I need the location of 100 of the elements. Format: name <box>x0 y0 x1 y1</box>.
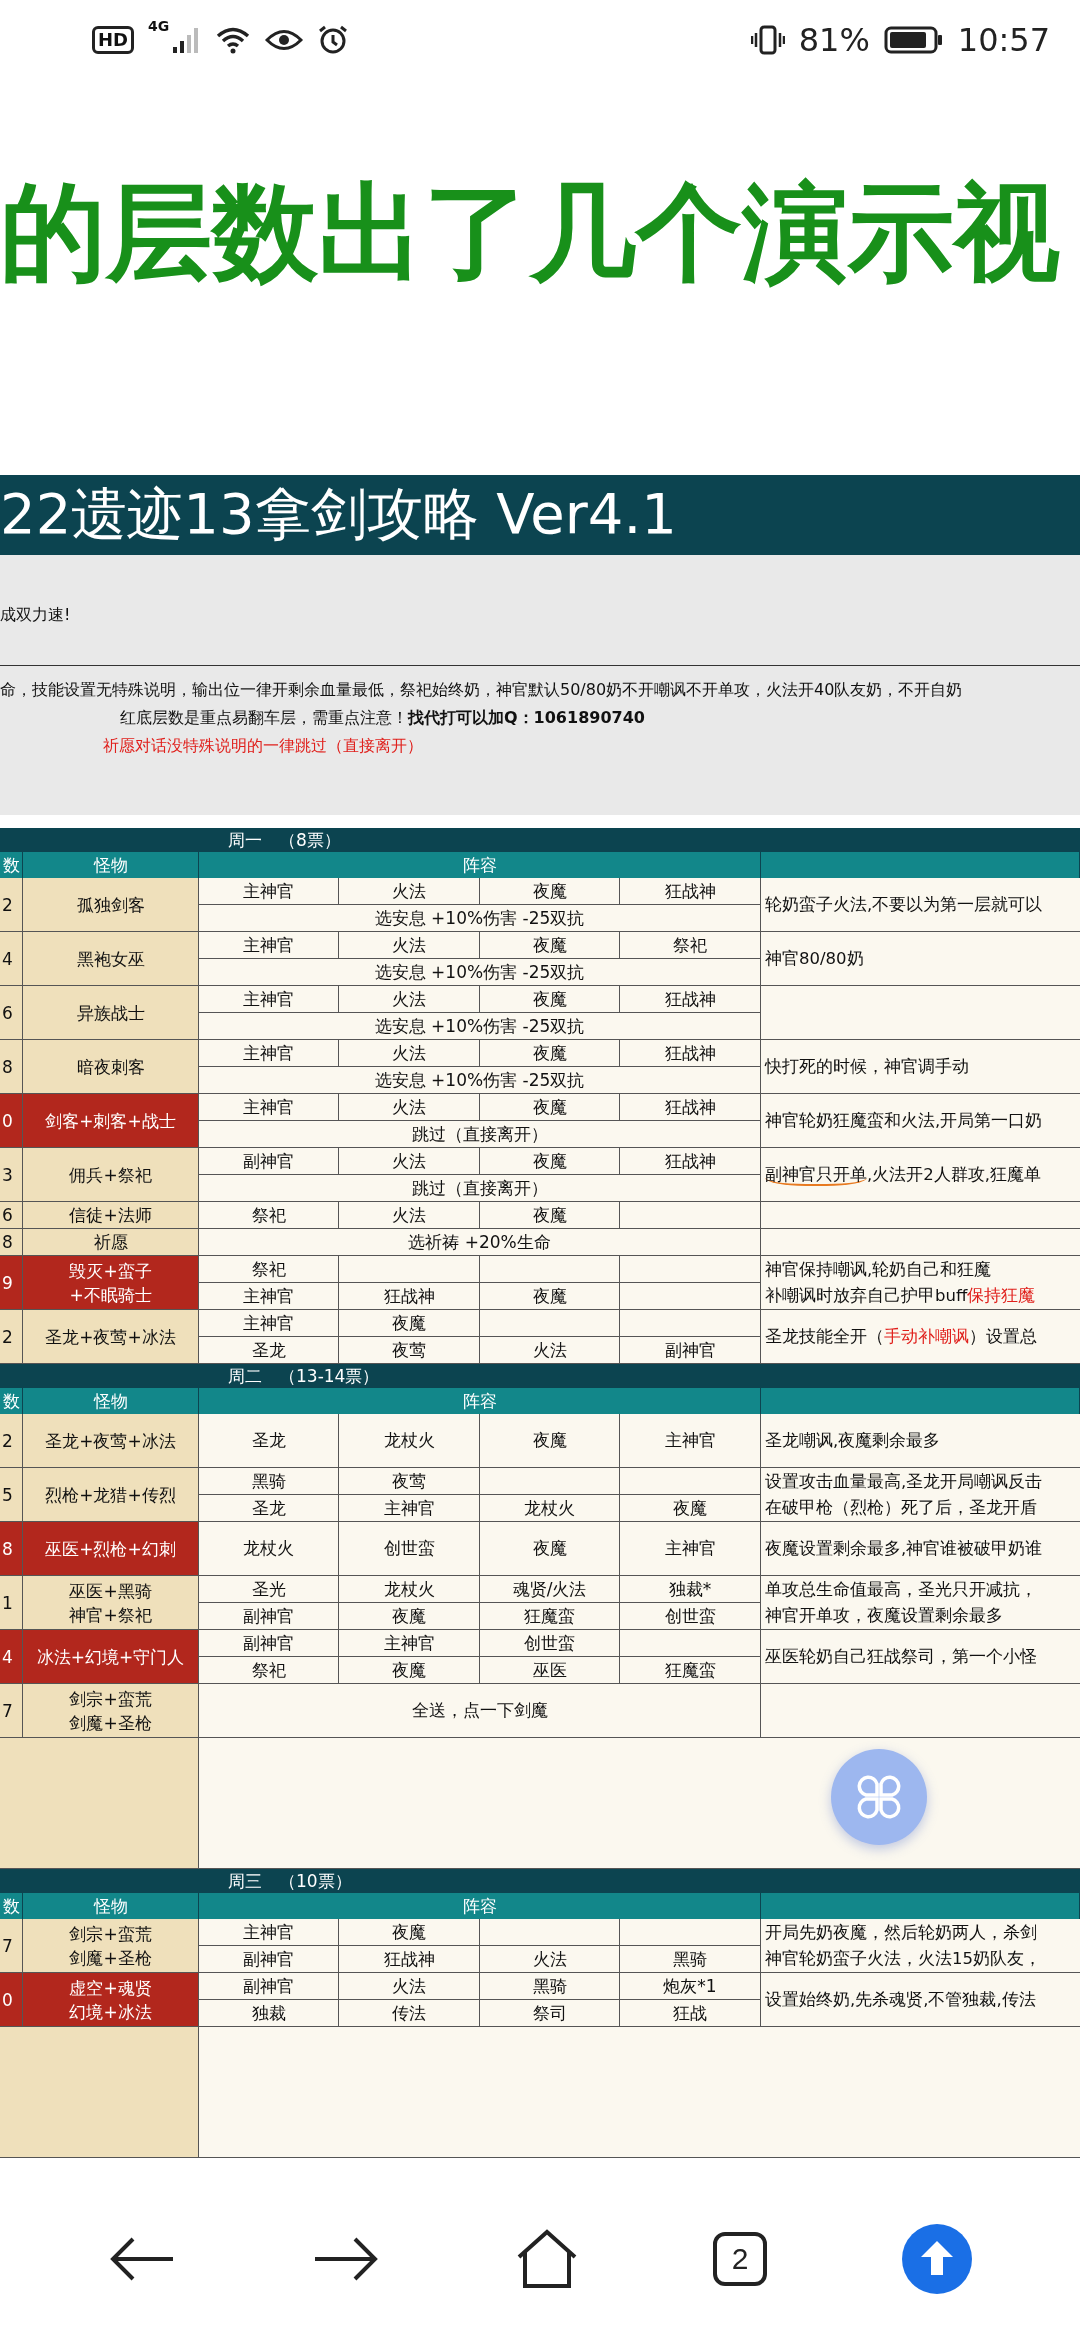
floor-number: 2 <box>0 1310 23 1364</box>
lineup-cell: 独裁 <box>199 2000 339 2027</box>
lineup-cell: 狂战神 <box>620 1040 761 1067</box>
eye-icon <box>265 27 304 53</box>
lineup-cell: 夜魔 <box>480 1094 620 1121</box>
lineup-cell: 龙杖火 <box>199 1522 339 1576</box>
lineup-cell: 火法 <box>339 986 480 1013</box>
floor-number: 6 <box>0 1202 23 1229</box>
lineup-cell: 主神官 <box>199 932 339 959</box>
lineup-cell: 夜魔 <box>480 1414 620 1468</box>
lineup-cell: 狂战 <box>620 2000 761 2027</box>
monster-name: 圣龙+夜莺+冰法 <box>23 1310 199 1364</box>
lineup-cell: 狂战神 <box>620 986 761 1013</box>
lineup-note: 跳过（直接离开） <box>199 1175 761 1202</box>
lineup-cell: 祭祀 <box>620 932 761 959</box>
strategy-note: 神官轮奶狂魔蛮和火法,开局第一口奶 <box>765 1109 1043 1132</box>
lineup-cell: 夜莺 <box>339 1337 480 1364</box>
scroll-top-button[interactable] <box>901 2223 973 2295</box>
banner-heading: 的层数出了几个演示视 <box>0 170 1060 296</box>
lineup-cell: 黑骑 <box>199 1468 339 1495</box>
strategy-note: 轮奶蛮子火法,不要以为第一层就可以 <box>765 893 1043 916</box>
lineup-cell: 黑骑 <box>480 1973 620 2000</box>
lineup-cell: 副神官 <box>199 1603 339 1630</box>
lineup-note: 选安息 +10%伤害 -25双抗 <box>199 1067 761 1094</box>
week-header: 周一 （8票） <box>0 828 1080 852</box>
strategy-note: 巫医轮奶自己狂战祭司，第一个小怪 <box>765 1645 1037 1668</box>
column-header: 阵容 <box>199 1388 761 1415</box>
week-header: 周二 （13-14票） <box>0 1364 1080 1388</box>
strategy-note: 补嘲讽时放弃自己护甲buff保持狂魔 <box>765 1284 1036 1307</box>
lineup-cell: 魂贤/火法 <box>480 1576 620 1603</box>
home-button[interactable] <box>515 2229 579 2289</box>
lineup-cell: 主神官 <box>199 878 339 905</box>
lineup-cell: 创世蛮 <box>339 1522 480 1576</box>
lineup-cell: 传法 <box>339 2000 480 2027</box>
floor-number: 0 <box>0 1094 23 1148</box>
lineup-cell: 夜魔 <box>480 1283 620 1310</box>
monster-name: 剑宗+蛮荒 剑魔+圣枪 <box>23 1919 199 1973</box>
lineup-cell: 夜魔 <box>480 986 620 1013</box>
floor-number: 9 <box>0 1256 23 1310</box>
lineup-cell: 副神官 <box>199 1946 339 1973</box>
hd-badge: HD <box>92 26 134 54</box>
lineup-cell: 火法 <box>339 1202 480 1229</box>
lineup-cell: 夜魔 <box>339 1919 480 1946</box>
lineup-cell: 副神官 <box>620 1337 761 1364</box>
lineup-cell: 火法 <box>339 878 480 905</box>
floor-number: 7 <box>0 1684 23 1738</box>
lineup-cell: 副神官 <box>199 1630 339 1657</box>
lineup-cell: 夜魔 <box>339 1657 480 1684</box>
strategy-note: 设置攻击血量最高,圣龙开局嘲讽反击 <box>765 1470 1043 1493</box>
lineup-note: 选安息 +10%伤害 -25双抗 <box>199 1013 761 1040</box>
lineup-cell: 龙杖火 <box>339 1414 480 1468</box>
floor-number: 2 <box>0 1414 23 1468</box>
lineup-cell: 黑骑 <box>620 1946 761 1973</box>
lineup-cell: 创世蛮 <box>480 1630 620 1657</box>
lineup-cell: 圣龙 <box>199 1414 339 1468</box>
lineup-cell: 狂战神 <box>339 1946 480 1973</box>
lineup-cell: 主神官 <box>199 1040 339 1067</box>
lineup-cell: 火法 <box>339 932 480 959</box>
lineup-cell: 火法 <box>339 1040 480 1067</box>
lineup-note: 选安息 +10%伤害 -25双抗 <box>199 905 761 932</box>
strategy-note: 设置始终奶,先杀魂贤,不管独裁,传法 <box>765 1988 1036 2011</box>
column-header: 阵容 <box>199 1893 761 1920</box>
lineup-cell: 火法 <box>339 1094 480 1121</box>
lineup-cell: 圣光 <box>199 1576 339 1603</box>
monster-name: 异族战士 <box>23 986 199 1040</box>
column-header: 数 <box>0 1893 23 1920</box>
lineup-cell: 祭祀 <box>199 1256 339 1283</box>
lineup-cell: 主神官 <box>199 986 339 1013</box>
lineup-cell: 夜魔 <box>620 1495 761 1522</box>
column-header: 数 <box>0 1388 23 1415</box>
strategy-note: 快打死的时候，神官调手动 <box>765 1055 969 1078</box>
lineup-cell: 夜魔 <box>339 1310 480 1337</box>
strategy-note: 单攻总生命值最高，圣光只开减抗， <box>765 1578 1037 1601</box>
floor-number: 5 <box>0 1468 23 1522</box>
monster-name: 黑袍女巫 <box>23 932 199 986</box>
strategy-note: 圣龙嘲讽,夜魔剩余最多 <box>765 1429 941 1452</box>
lineup-cell: 夜魔 <box>480 878 620 905</box>
column-header: 数 <box>0 852 23 879</box>
strategy-note: 夜魔设置剩余最多,神官谁被破甲奶谁 <box>765 1537 1043 1560</box>
network-type: 4G <box>148 18 170 34</box>
lineup-cell: 夜魔 <box>480 932 620 959</box>
lineup-cell: 夜魔 <box>480 1202 620 1229</box>
floor-number: 8 <box>0 1040 23 1094</box>
monster-name: 虚空+魂贤 幻境+冰法 <box>23 1973 199 2027</box>
lineup-note: 跳过（直接离开） <box>199 1121 761 1148</box>
lineup-cell: 狂战神 <box>620 1094 761 1121</box>
lineup-cell: 创世蛮 <box>620 1603 761 1630</box>
lineup-cell: 狂魔蛮 <box>480 1603 620 1630</box>
tab-count-button[interactable]: 2 <box>713 2232 767 2286</box>
floor-number: 8 <box>0 1522 23 1576</box>
rules-text: 红底层数是重点易翻车层，需重点注意！找代打可以加Q：1061890740 <box>120 708 645 727</box>
rules-text: 祈愿对话没特殊说明的一律跳过（直接离开） <box>103 736 423 755</box>
monster-name: 佣兵+祭祀 <box>23 1148 199 1202</box>
monster-name: 巫医+黑骑 神官+祭祀 <box>23 1576 199 1630</box>
lineup-cell: 主神官 <box>199 1310 339 1337</box>
lineup-cell: 炮灰*1 <box>620 1973 761 2000</box>
column-header: 怪物 <box>23 852 199 879</box>
column-header: 怪物 <box>23 1893 199 1920</box>
floor-number: 4 <box>0 1630 23 1684</box>
lineup-cell: 狂战神 <box>620 1148 761 1175</box>
